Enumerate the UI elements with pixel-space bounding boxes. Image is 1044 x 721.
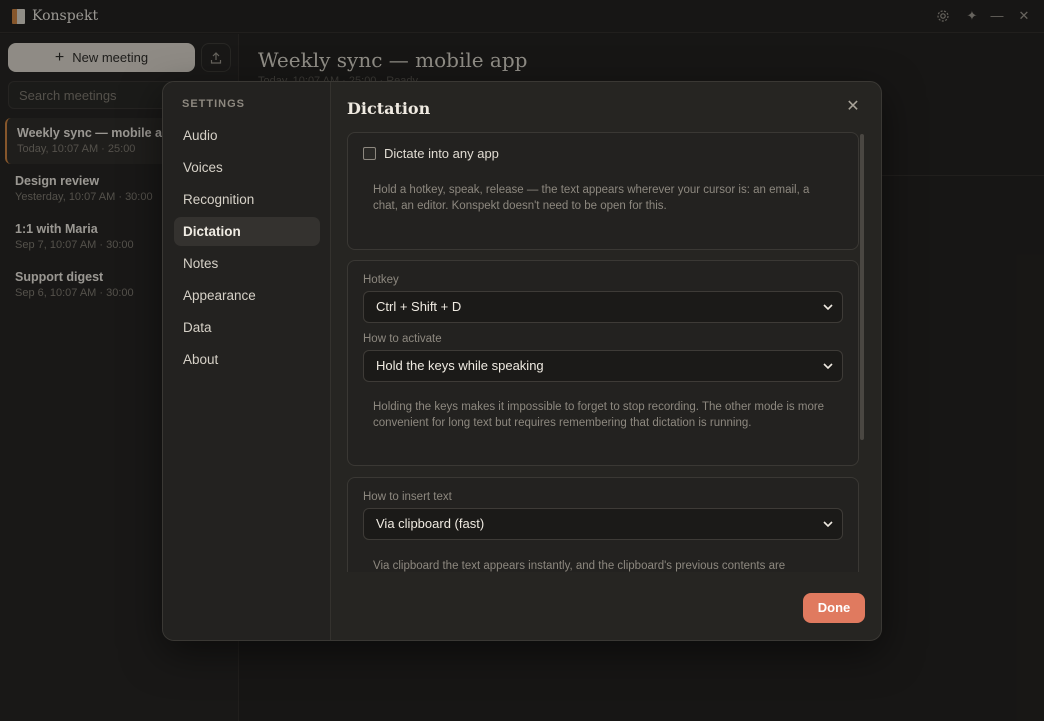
insert-card: How to insert text Via clipboard (fast) …: [347, 477, 859, 572]
insert-select[interactable]: Via clipboard (fast): [363, 508, 843, 540]
activate-value: Hold the keys while speaking: [376, 358, 544, 373]
chevron-down-icon: [823, 363, 833, 370]
scrollbar[interactable]: [860, 134, 864, 440]
dictate-checkbox[interactable]: [363, 147, 376, 160]
insert-value: Via clipboard (fast): [376, 516, 485, 531]
dictate-checkbox-label: Dictate into any app: [384, 146, 499, 161]
nav-item-notes[interactable]: Notes: [174, 249, 320, 278]
nav-item-appearance[interactable]: Appearance: [174, 281, 320, 310]
hotkey-label: Hotkey: [363, 274, 399, 286]
nav-item-voices[interactable]: Voices: [174, 153, 320, 182]
activate-select[interactable]: Hold the keys while speaking: [363, 350, 843, 382]
settings-heading: Dictation: [347, 99, 431, 118]
insert-description: Via clipboard the text appears instantly…: [373, 560, 786, 572]
dictate-card: Dictate into any app Hold a hotkey, spea…: [347, 132, 859, 250]
dictate-description: Hold a hotkey, speak, release — the text…: [373, 184, 810, 212]
done-button[interactable]: Done: [803, 593, 865, 623]
chevron-down-icon: [823, 521, 833, 528]
hotkey-select[interactable]: Ctrl + Shift + D: [363, 291, 843, 323]
hotkey-card: Hotkey Ctrl + Shift + D How to activate …: [347, 260, 859, 466]
hotkey-value: Ctrl + Shift + D: [376, 299, 462, 314]
settings-nav-header: SETTINGS: [182, 98, 246, 110]
nav-item-recognition[interactable]: Recognition: [174, 185, 320, 214]
nav-item-data[interactable]: Data: [174, 313, 320, 342]
nav-item-dictation[interactable]: Dictation: [174, 217, 320, 246]
settings-modal: SETTINGS Audio Voices Recognition Dictat…: [162, 81, 882, 641]
activate-description: Holding the keys makes it impossible to …: [373, 401, 825, 429]
settings-nav: SETTINGS Audio Voices Recognition Dictat…: [163, 82, 331, 640]
chevron-down-icon: [823, 304, 833, 311]
close-icon[interactable]: ✕: [843, 97, 863, 117]
settings-scroll-area[interactable]: Dictate into any app Hold a hotkey, spea…: [347, 132, 867, 572]
dictate-checkbox-row[interactable]: Dictate into any app: [363, 146, 499, 161]
insert-label: How to insert text: [363, 491, 452, 503]
nav-item-about[interactable]: About: [174, 345, 320, 374]
nav-item-audio[interactable]: Audio: [174, 121, 320, 150]
activate-label: How to activate: [363, 333, 442, 345]
